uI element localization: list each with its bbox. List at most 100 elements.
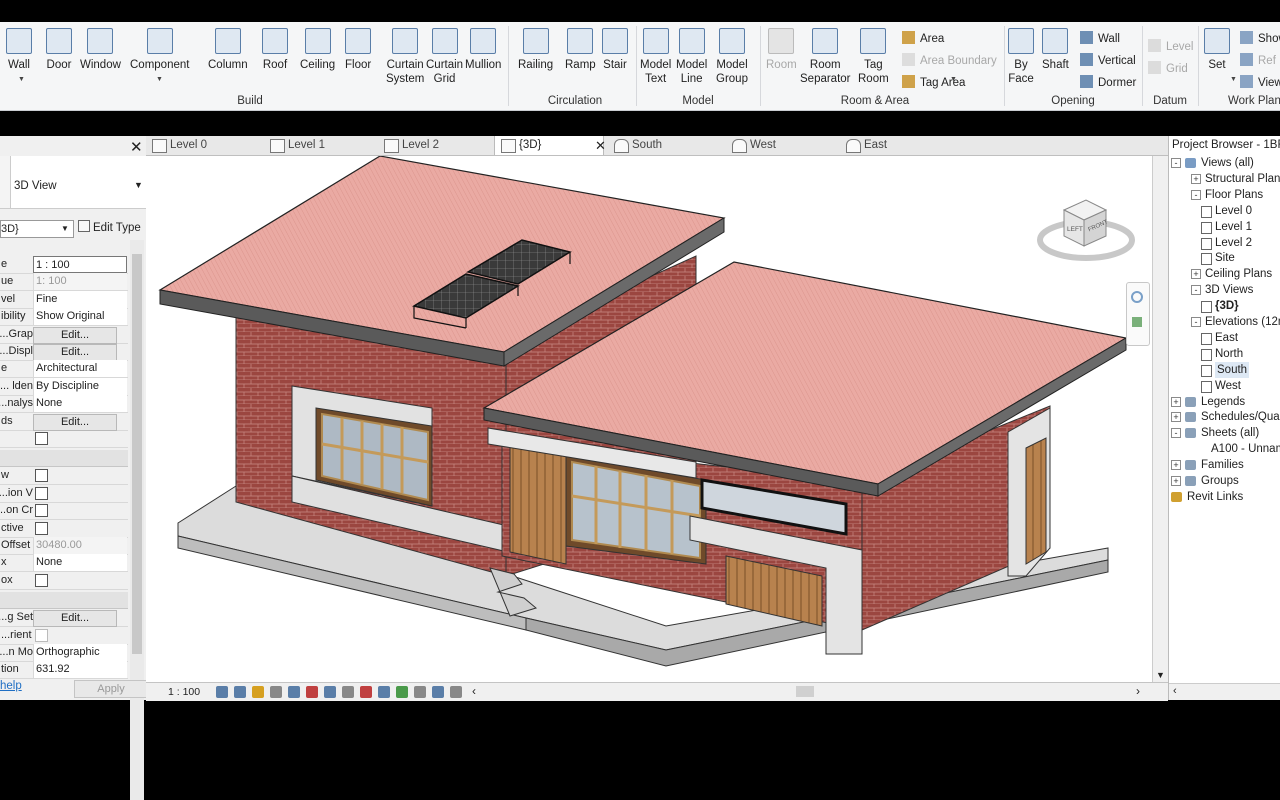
collapse-icon[interactable]: - bbox=[1191, 189, 1201, 200]
type-selector[interactable]: 3D View ▼ bbox=[0, 156, 146, 209]
3d-viewport[interactable]: LEFT FRONT bbox=[146, 156, 1168, 682]
dropdown-arrow-icon[interactable]: ▼ bbox=[18, 76, 25, 83]
collapse-icon[interactable]: - bbox=[1191, 317, 1201, 327]
reveal-hidden-icon[interactable] bbox=[378, 686, 390, 698]
tab-east[interactable]: East bbox=[840, 136, 954, 155]
shadows-icon[interactable] bbox=[270, 686, 282, 698]
wall-button[interactable]: Wall bbox=[6, 24, 32, 72]
scroll-left-icon[interactable]: ‹ bbox=[472, 684, 476, 698]
property-value[interactable]: 631.92 bbox=[33, 661, 127, 679]
edit-type-button[interactable]: Edit Type bbox=[78, 220, 141, 236]
railing-button[interactable]: Railing bbox=[518, 24, 553, 72]
tab-level-2[interactable]: Level 2 bbox=[378, 136, 492, 155]
detail-level-icon[interactable] bbox=[216, 686, 228, 698]
show-crop-icon[interactable] bbox=[324, 686, 336, 698]
property-value[interactable]: Orthographic bbox=[33, 644, 127, 661]
close-properties-icon[interactable]: ✕ bbox=[130, 138, 143, 156]
tab-level-1[interactable]: Level 1 bbox=[264, 136, 378, 155]
room-button[interactable]: Room bbox=[766, 24, 797, 72]
door-button[interactable]: Door bbox=[46, 24, 72, 72]
area-boundary-button[interactable]: Area Boundary bbox=[902, 52, 997, 70]
rendering-icon[interactable] bbox=[288, 686, 300, 698]
mullion-button[interactable]: Mullion bbox=[465, 24, 501, 72]
expand-icon[interactable]: + bbox=[1171, 412, 1181, 423]
property-checkbox[interactable] bbox=[35, 432, 48, 445]
level-button[interactable]: Level bbox=[1148, 38, 1194, 56]
property-value[interactable]: None bbox=[33, 554, 127, 572]
curtain-grid-button[interactable]: Curtain Grid bbox=[426, 24, 463, 86]
property-checkbox[interactable] bbox=[35, 486, 48, 500]
roof-button[interactable]: Roof bbox=[262, 24, 288, 72]
edit-button[interactable]: Edit... bbox=[33, 413, 117, 431]
curtain-system-button[interactable]: Curtain System bbox=[386, 24, 424, 86]
ref-button[interactable]: Ref bbox=[1240, 52, 1276, 70]
expand-icon[interactable]: + bbox=[1171, 460, 1181, 471]
tab-south[interactable]: South bbox=[608, 136, 722, 155]
property-checkbox[interactable] bbox=[35, 469, 48, 483]
stair-button[interactable]: Stair bbox=[602, 24, 628, 72]
worksharing-icon[interactable] bbox=[432, 686, 444, 698]
vertical-button[interactable]: Vertical bbox=[1080, 52, 1136, 70]
properties-help-link[interactable]: help bbox=[0, 680, 22, 692]
tab-3d[interactable]: {3D} ✕ bbox=[494, 136, 606, 155]
property-value[interactable]: 1: 100 bbox=[33, 273, 127, 291]
collapse-icon[interactable]: - bbox=[1171, 158, 1181, 168]
tag-room-button[interactable]: Tag Room bbox=[858, 24, 889, 86]
floor-button[interactable]: Floor bbox=[345, 24, 371, 72]
scroll-thumb[interactable] bbox=[132, 254, 142, 654]
area-button[interactable]: Area bbox=[902, 30, 944, 48]
unlock-3d-icon[interactable] bbox=[342, 686, 354, 698]
property-checkbox[interactable] bbox=[35, 504, 48, 518]
properties-scrollbar[interactable] bbox=[130, 240, 144, 800]
sun-path-icon[interactable] bbox=[252, 686, 264, 698]
model-group-button[interactable]: Model Group bbox=[716, 24, 748, 86]
highlight-displacement-icon[interactable] bbox=[414, 686, 426, 698]
window-button[interactable]: Window bbox=[80, 24, 121, 72]
constraints-icon[interactable] bbox=[450, 686, 462, 698]
component-button[interactable]: Component bbox=[130, 24, 189, 72]
property-value[interactable]: By Discipline bbox=[33, 377, 127, 395]
ceiling-button[interactable]: Ceiling bbox=[300, 24, 335, 72]
scroll-left-icon[interactable]: ‹ bbox=[1173, 685, 1177, 697]
apply-button[interactable]: Apply bbox=[74, 680, 148, 698]
crop-view-icon[interactable] bbox=[306, 686, 318, 698]
property-section-header[interactable] bbox=[0, 592, 128, 610]
dropdown-arrow-icon[interactable]: ▼ bbox=[156, 76, 163, 83]
property-value[interactable]: Fine bbox=[33, 290, 127, 308]
expand-icon[interactable]: + bbox=[1171, 396, 1181, 407]
dropdown-arrow-icon[interactable]: ▼ bbox=[1230, 76, 1237, 83]
collapse-icon[interactable]: - bbox=[1171, 428, 1181, 439]
model-line-button[interactable]: Model Line bbox=[676, 24, 707, 86]
dropdown-arrow-icon[interactable]: ▼ bbox=[950, 76, 957, 83]
edit-button[interactable]: Edit... bbox=[33, 344, 117, 361]
scroll-down-icon[interactable]: ▼ bbox=[1156, 670, 1165, 680]
view-button[interactable]: View bbox=[1240, 74, 1280, 92]
edit-button[interactable]: Edit... bbox=[33, 610, 117, 628]
close-tab-icon[interactable]: ✕ bbox=[595, 136, 606, 155]
steering-wheel-icon[interactable] bbox=[1131, 291, 1143, 303]
property-checkbox[interactable] bbox=[35, 573, 48, 587]
tab-west[interactable]: West bbox=[726, 136, 840, 155]
property-value[interactable]: None bbox=[33, 395, 127, 413]
instance-selector[interactable]: 3D} ▼ bbox=[0, 220, 74, 238]
browser-hscroll[interactable]: ‹ bbox=[1169, 683, 1280, 700]
scroll-right-icon[interactable]: › bbox=[1136, 684, 1140, 698]
zoom-icon[interactable] bbox=[1132, 317, 1142, 327]
by-face-button[interactable]: By Face bbox=[1008, 24, 1034, 86]
property-section-header[interactable] bbox=[0, 450, 128, 468]
visual-style-icon[interactable] bbox=[234, 686, 246, 698]
property-value[interactable]: 30480.00 bbox=[33, 537, 127, 554]
show-button[interactable]: Show bbox=[1240, 30, 1280, 48]
model-text-button[interactable]: Model Text bbox=[640, 24, 671, 86]
ramp-button[interactable]: Ramp bbox=[565, 24, 596, 72]
expand-icon[interactable]: + bbox=[1191, 173, 1201, 184]
column-button[interactable]: Column bbox=[208, 24, 248, 72]
shaft-button[interactable]: Shaft bbox=[1042, 24, 1069, 72]
expand-icon[interactable]: + bbox=[1191, 269, 1201, 280]
property-value[interactable]: 1 : 100 bbox=[33, 256, 127, 273]
set-button[interactable]: Set bbox=[1204, 24, 1230, 72]
temporary-hide-icon[interactable] bbox=[360, 686, 372, 698]
property-value[interactable]: Architectural bbox=[33, 360, 127, 378]
expand-icon[interactable]: + bbox=[1171, 476, 1181, 486]
viewport-vscroll[interactable]: ▼ bbox=[1152, 156, 1168, 682]
